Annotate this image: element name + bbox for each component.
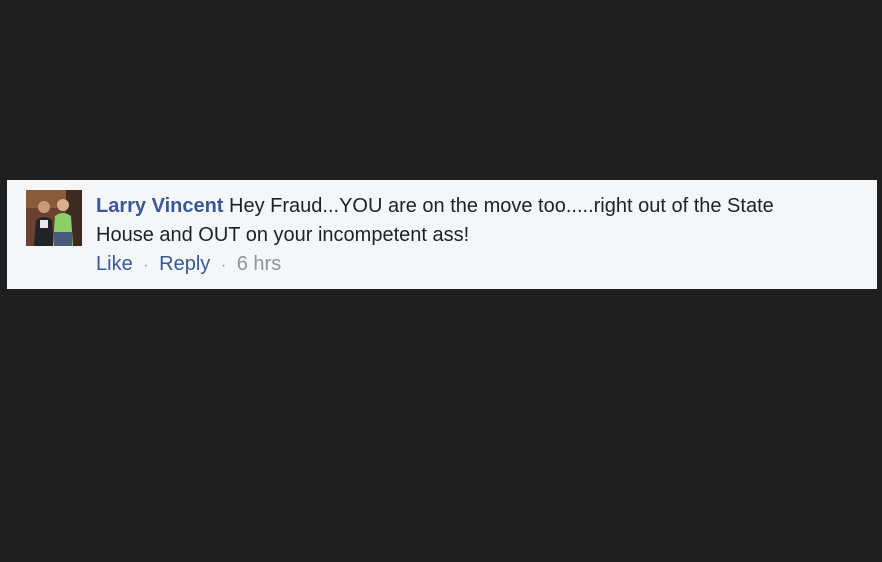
like-button[interactable]: Like	[96, 253, 133, 275]
comment-body: Larry Vincent Hey Fraud...YOU are on the…	[96, 192, 836, 250]
avatar[interactable]	[26, 190, 82, 246]
action-separator: ·	[143, 257, 149, 274]
action-separator: ·	[220, 257, 227, 274]
comment-card: Larry Vincent Hey Fraud...YOU are on the…	[7, 180, 877, 289]
avatar-photo	[26, 190, 82, 246]
comment-actions: Like · Reply · 6 hrs	[96, 252, 281, 278]
comment-timestamp[interactable]: 6 hrs	[237, 253, 281, 275]
reply-button[interactable]: Reply	[159, 253, 210, 275]
comment-author-link[interactable]: Larry Vincent	[96, 195, 223, 217]
